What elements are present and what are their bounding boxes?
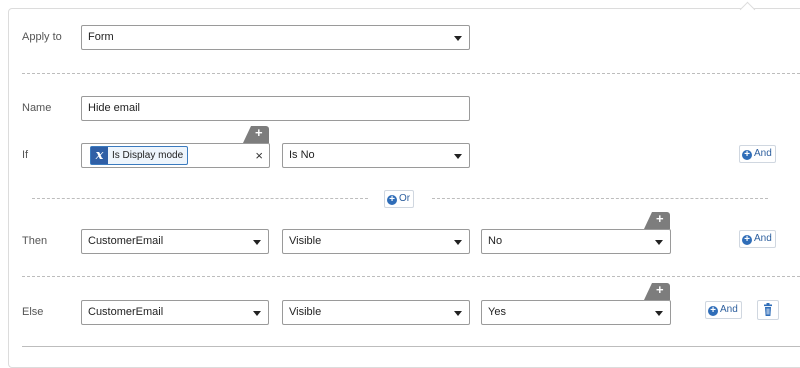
add-or-button[interactable]: + Or (384, 190, 415, 208)
apply-to-value: Form (88, 31, 114, 43)
else-property-select[interactable]: Visible (282, 300, 470, 325)
chevron-down-icon (454, 154, 462, 159)
chevron-down-icon (454, 240, 462, 245)
if-operator-value: Is No (289, 149, 315, 161)
else-field-select[interactable]: CustomerEmail (81, 300, 269, 325)
plus-circle-icon: + (387, 195, 397, 205)
plus-circle-icon: + (708, 306, 718, 316)
variable-x-icon: x (91, 147, 108, 164)
then-label: Then (22, 235, 48, 247)
plus-icon: + (656, 211, 664, 226)
else-value-select[interactable]: Yes (481, 300, 671, 325)
plus-circle-icon: + (742, 235, 752, 245)
else-field-value: CustomerEmail (88, 306, 164, 318)
rule-name-value: Hide email (88, 102, 140, 114)
apply-to-label: Apply to (22, 31, 62, 43)
else-label: Else (22, 306, 44, 318)
name-label: Name (22, 102, 52, 114)
chevron-down-icon (253, 240, 261, 245)
chevron-down-icon (454, 36, 462, 41)
plus-circle-icon: + (742, 150, 752, 160)
trash-icon (764, 303, 772, 316)
plus-icon: + (656, 282, 664, 297)
apply-to-select[interactable]: Form (81, 25, 470, 50)
condition-input[interactable]: x Is Display mode × (81, 143, 270, 168)
then-field-value: CustomerEmail (88, 235, 164, 247)
then-value-select[interactable]: No (481, 229, 671, 254)
then-field-select[interactable]: CustomerEmail (81, 229, 269, 254)
chevron-down-icon (253, 311, 261, 316)
and-label: And (754, 148, 772, 159)
section-divider (22, 73, 800, 74)
section-divider (22, 276, 800, 277)
condition-chip[interactable]: x Is Display mode (90, 146, 189, 165)
condition-chip-label: Is Display mode (112, 150, 184, 161)
then-add-and-button[interactable]: + And (739, 230, 776, 248)
or-divider-right (432, 198, 768, 199)
rule-name-input[interactable]: Hide email (81, 96, 470, 121)
or-divider-left (32, 198, 368, 199)
delete-else-button[interactable] (757, 300, 779, 320)
then-property-value: Visible (289, 235, 322, 247)
and-label: And (720, 304, 738, 315)
chevron-down-icon (454, 311, 462, 316)
close-icon[interactable]: × (255, 144, 263, 167)
else-value: Yes (488, 306, 506, 318)
if-operator-select[interactable]: Is No (282, 143, 470, 168)
chevron-down-icon (655, 311, 663, 316)
then-value: No (488, 235, 503, 247)
then-property-select[interactable]: Visible (282, 229, 470, 254)
else-add-and-button[interactable]: + And (705, 301, 742, 319)
and-label: And (754, 233, 772, 244)
if-add-and-button[interactable]: + And (739, 145, 776, 163)
or-label: Or (399, 193, 411, 204)
chevron-down-icon (655, 240, 663, 245)
else-property-value: Visible (289, 306, 322, 318)
section-divider (22, 346, 800, 347)
if-label: If (22, 149, 29, 161)
plus-icon: + (255, 125, 263, 140)
